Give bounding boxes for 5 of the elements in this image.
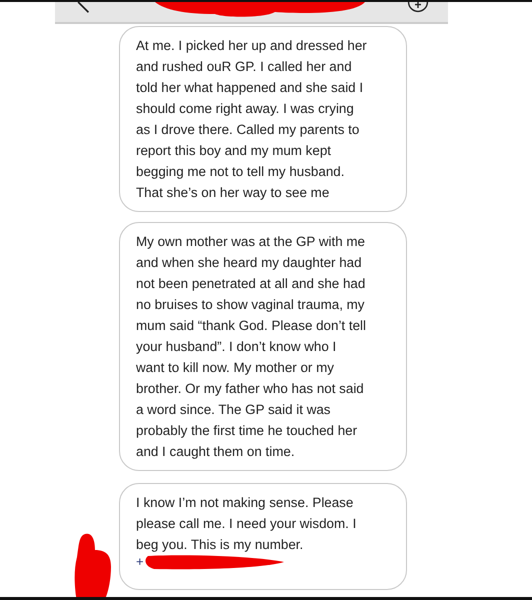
message-text: At me. I picked her up and dressed her and rushed ouR GP. I called her and told her what happened and she said I should come right away. I was crying as I drove there. Called my parents to report this boy and my mum kept begging me not to tell my husband. That she’s on her way to see me	[136, 37, 368, 202]
info-icon[interactable]	[406, 2, 430, 14]
phone-number-link[interactable]: +	[136, 555, 144, 569]
message-text: My own mother was at the GP with me and when she heard my daughter had not been penetrated at all and she had no bruises to show vaginal trauma, my mum said “thank God. Please don’t tell your husband”. I don’t know who I want to kill now. My mother or my brother. Or my father who has not said a word since. The GP said it was probably the first time he touched her and I caught them on time.	[136, 233, 367, 461]
message-text: I know I’m not making sense. Please please call me. I need your wisdom. I beg you. This is my number.	[136, 494, 358, 554]
